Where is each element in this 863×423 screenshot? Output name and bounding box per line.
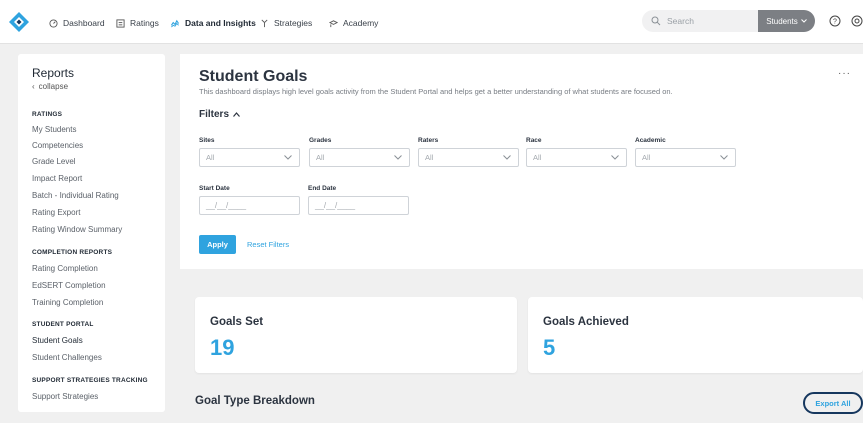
raters-label: Raters: [418, 137, 439, 144]
chevron-down-icon: [611, 155, 619, 160]
collapse-label: collapse: [38, 82, 69, 91]
chevron-down-icon: [720, 155, 728, 160]
start-date-placeholder: __/__/____: [206, 201, 247, 210]
grades-select[interactable]: All: [309, 148, 410, 167]
results-area: Goals Set 19 Goals Achieved 5 Goal Type …: [180, 269, 863, 423]
search-placeholder: Search: [667, 16, 694, 26]
card-value: 19: [210, 335, 235, 360]
nav-data-and-insights[interactable]: Data and Insights: [170, 16, 256, 30]
end-date-label: End Date: [308, 185, 337, 192]
sidebar-item-grade-level[interactable]: Grade Level: [32, 157, 76, 166]
more-options-icon[interactable]: ···: [838, 68, 851, 79]
nav-label: Ratings: [130, 18, 159, 28]
chevron-down-icon: [503, 155, 511, 160]
academic-value: All: [642, 153, 651, 162]
chevron-down-icon: [284, 155, 292, 160]
sidebar-item-student-goals[interactable]: Student Goals: [32, 336, 83, 345]
chevron-down-icon: [394, 155, 402, 160]
card-value: 5: [543, 335, 556, 360]
grades-label: Grades: [309, 137, 332, 144]
export-all-button[interactable]: Export All: [803, 392, 863, 414]
academic-label: Academic: [635, 137, 666, 144]
race-label: Race: [526, 137, 542, 144]
main-content: Student Goals This dashboard displays hi…: [180, 54, 863, 423]
race-select[interactable]: All: [526, 148, 627, 167]
start-date-input[interactable]: __/__/____: [199, 196, 300, 215]
page-description: This dashboard displays high level goals…: [199, 87, 673, 96]
collapse-link[interactable]: ‹ collapse: [32, 82, 68, 91]
ratings-icon: [115, 18, 125, 28]
nav-ratings[interactable]: Ratings: [115, 16, 159, 30]
nav-academy[interactable]: Academy: [328, 16, 378, 30]
academy-icon: [328, 18, 338, 28]
settings-icon[interactable]: [851, 15, 863, 27]
goals-set-card: Goals Set 19: [195, 297, 517, 373]
insights-icon: [170, 18, 180, 28]
sites-value: All: [206, 153, 215, 162]
card-title: Goals Set: [210, 316, 264, 328]
sidebar-item-edsert-completion[interactable]: EdSERT Completion: [32, 281, 106, 290]
sidebar-title: Reports: [32, 66, 75, 80]
card-title: Goals Achieved: [543, 316, 629, 328]
sidebar-item-competencies[interactable]: Competencies: [32, 141, 83, 150]
sidebar-section-completion-reports: COMPLETION REPORTS: [32, 249, 113, 256]
apply-button[interactable]: Apply: [199, 235, 236, 254]
students-dropdown[interactable]: Students: [758, 10, 815, 32]
reports-sidebar: Reports ‹ collapse RATINGS My Students C…: [18, 54, 165, 412]
top-navigation-bar: Dashboard Ratings Data and Insights Stra…: [0, 0, 863, 44]
chevron-down-icon: [800, 19, 807, 23]
chevron-left-icon: ‹: [32, 82, 35, 91]
search-input[interactable]: Search: [642, 10, 760, 32]
chevron-up-icon: [233, 112, 240, 117]
nav-label: Academy: [343, 18, 379, 28]
sites-select[interactable]: All: [199, 148, 300, 167]
sites-label: Sites: [199, 137, 215, 144]
sidebar-section-ratings: RATINGS: [32, 111, 63, 118]
sidebar-item-training-completion[interactable]: Training Completion: [32, 298, 103, 307]
goal-type-breakdown-heading: Goal Type Breakdown: [195, 395, 315, 407]
app-logo-icon[interactable]: [9, 12, 29, 32]
filters-heading: Filters: [199, 109, 230, 120]
race-value: All: [533, 153, 542, 162]
end-date-placeholder: __/__/____: [315, 201, 356, 210]
strategies-icon: [259, 18, 269, 28]
raters-value: All: [425, 153, 434, 162]
search-icon: [651, 16, 661, 26]
page-title: Student Goals: [199, 68, 308, 85]
filters-toggle[interactable]: Filters: [199, 109, 240, 120]
sidebar-section-support-strategies-tracking: SUPPORT STRATEGIES TRACKING: [32, 377, 148, 384]
sidebar-item-my-students[interactable]: My Students: [32, 125, 76, 134]
dashboard-icon: [48, 18, 58, 28]
sidebar-item-batch-individual-rating[interactable]: Batch - Individual Rating: [32, 191, 119, 200]
sidebar-item-support-strategies[interactable]: Support Strategies: [32, 392, 98, 401]
nav-label: Data and Insights: [185, 18, 256, 28]
academic-select[interactable]: All: [635, 148, 736, 167]
nav-label: Strategies: [274, 18, 313, 28]
raters-select[interactable]: All: [418, 148, 519, 167]
svg-text:?: ?: [833, 19, 837, 26]
sidebar-section-student-portal: STUDENT PORTAL: [32, 321, 94, 328]
nav-dashboard[interactable]: Dashboard: [48, 16, 105, 30]
goals-achieved-card: Goals Achieved 5: [528, 297, 863, 373]
help-icon[interactable]: ?: [829, 15, 841, 27]
sidebar-item-rating-window-summary[interactable]: Rating Window Summary: [32, 225, 122, 234]
nav-label: Dashboard: [63, 18, 105, 28]
sidebar-item-student-challenges[interactable]: Student Challenges: [32, 353, 102, 362]
reset-filters-link[interactable]: Reset Filters: [247, 240, 289, 249]
end-date-input[interactable]: __/__/____: [308, 196, 409, 215]
sidebar-item-rating-completion[interactable]: Rating Completion: [32, 264, 98, 273]
students-label: Students: [766, 16, 798, 26]
nav-strategies[interactable]: Strategies: [259, 16, 312, 30]
sidebar-item-rating-export[interactable]: Rating Export: [32, 208, 80, 217]
grades-value: All: [316, 153, 325, 162]
sidebar-item-impact-report[interactable]: Impact Report: [32, 174, 82, 183]
start-date-label: Start Date: [199, 185, 230, 192]
